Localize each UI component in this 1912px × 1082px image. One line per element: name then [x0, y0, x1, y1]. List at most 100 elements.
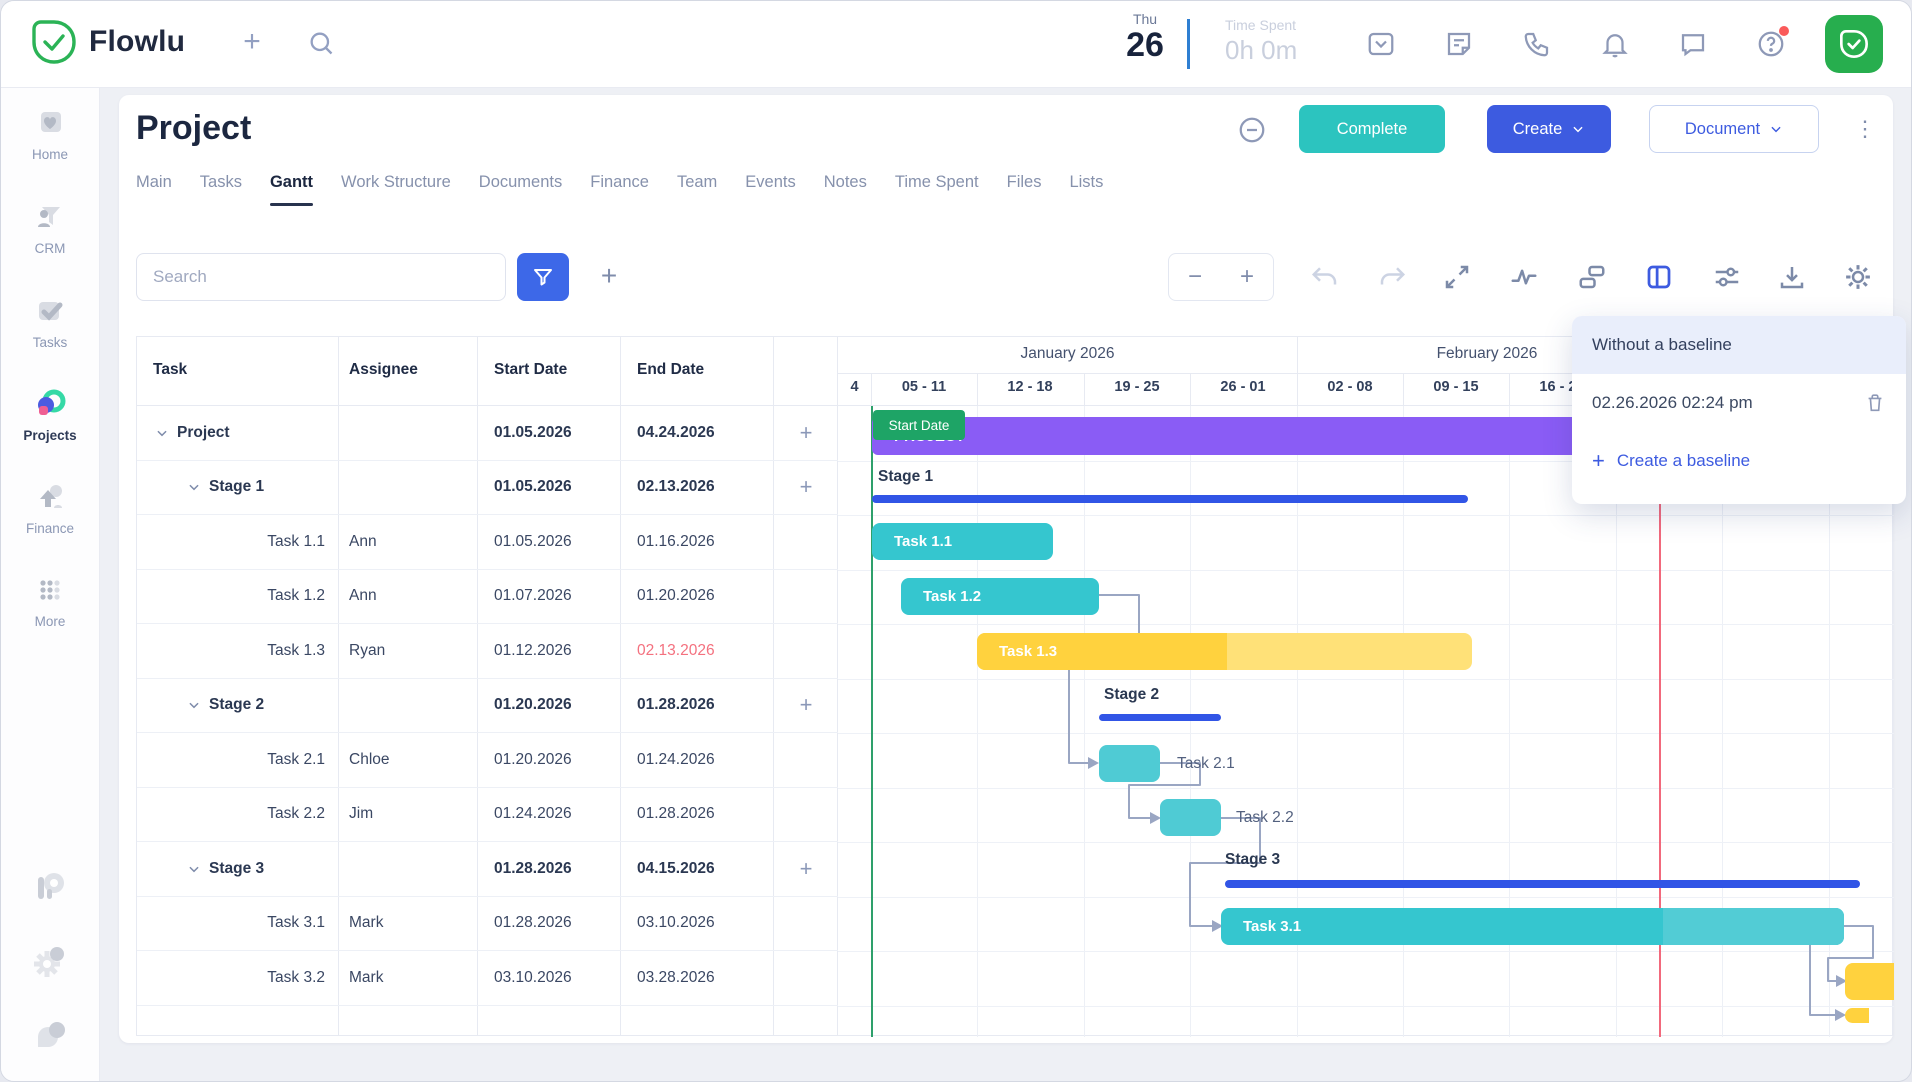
brand[interactable]: Flowlu [31, 19, 185, 65]
gantt-bar-task31[interactable]: Task 3.1 [1221, 908, 1844, 945]
chevron-down-icon [1769, 122, 1783, 136]
table-row[interactable]: Task 1.1 Ann 01.05.2026 01.16.2026 [137, 515, 838, 570]
day-number: 26 [1119, 27, 1171, 63]
partner-logo-icon[interactable] [30, 867, 70, 907]
create-baseline-button[interactable]: + Create a baseline [1572, 432, 1906, 490]
gantt-bar-task32[interactable] [1845, 963, 1894, 1000]
gantt-bar-task11[interactable]: Task 1.1 [872, 523, 1053, 560]
tab-files[interactable]: Files [1007, 169, 1042, 195]
tab-lists[interactable]: Lists [1069, 169, 1103, 195]
sidebar-item-more[interactable]: More [1, 574, 99, 629]
more-actions-menu[interactable]: ⋮ [1854, 117, 1876, 141]
zoom-in-button[interactable]: + [1227, 263, 1267, 291]
start-date: 01.05.2026 [478, 515, 621, 569]
gantt-bar-stage2[interactable] [1099, 714, 1221, 721]
assignee: Mark [339, 897, 478, 951]
gear-icon[interactable] [1843, 262, 1873, 292]
table-row[interactable]: Stage 1 01.05.2026 02.13.2026 + [137, 461, 838, 516]
task-name: Task 3.2 [137, 951, 339, 1005]
chat-icon[interactable] [1678, 29, 1708, 59]
settings-shortcut-icon[interactable] [30, 941, 70, 981]
chevron-down-icon[interactable] [187, 480, 201, 494]
baseline-option-saved[interactable]: 02.26.2026 02:24 pm [1572, 374, 1906, 432]
tab-work-structure[interactable]: Work Structure [341, 169, 451, 195]
help-icon[interactable] [1756, 29, 1786, 59]
filter-button[interactable] [517, 253, 569, 301]
inbox-icon[interactable] [1366, 29, 1396, 59]
table-row[interactable]: Task 2.1 Chloe 01.20.2026 01.24.2026 [137, 733, 838, 788]
gantt-bar-task22[interactable] [1160, 799, 1221, 836]
tab-main[interactable]: Main [136, 169, 172, 195]
tab-finance[interactable]: Finance [590, 169, 649, 195]
gantt-bar-hidden-task[interactable] [1845, 1008, 1869, 1023]
gantt-bar-task13[interactable]: Task 1.3 [977, 633, 1472, 670]
create-button[interactable]: Create [1487, 105, 1611, 153]
table-row[interactable]: Task 1.3 Ryan 01.12.2026 02.13.2026 [137, 624, 838, 679]
checkin-button[interactable] [1825, 15, 1883, 73]
end-date: 01.24.2026 [621, 733, 774, 787]
global-add-button[interactable]: + [234, 25, 270, 61]
add-subtask-button[interactable]: + [774, 406, 838, 460]
task-name: Task 2.1 [137, 733, 339, 787]
phone-icon[interactable] [1522, 29, 1552, 59]
sidebar-item-tasks[interactable]: Tasks [1, 295, 99, 350]
zoom-out-button[interactable]: − [1175, 263, 1215, 291]
copy-link-icon[interactable] [1237, 115, 1267, 145]
gantt-bar-stage1[interactable] [872, 495, 1468, 503]
sidebar-item-home[interactable]: Home [1, 107, 99, 162]
bar-label: Task 2.2 [1236, 809, 1294, 827]
gantt-search-input[interactable] [136, 253, 506, 301]
feedback-icon[interactable] [30, 1015, 70, 1055]
table-row[interactable]: Task 1.2 Ann 01.07.2026 01.20.2026 [137, 570, 838, 625]
start-date: 01.24.2026 [478, 788, 621, 842]
baseline-option-none[interactable]: Without a baseline [1572, 316, 1906, 374]
chevron-down-icon[interactable] [187, 698, 201, 712]
add-subtask-button[interactable]: + [774, 461, 838, 515]
export-download-icon[interactable] [1777, 262, 1807, 292]
add-task-button[interactable]: + [589, 253, 629, 301]
tab-gantt[interactable]: Gantt [270, 169, 313, 195]
sidebar-item-finance[interactable]: Finance [1, 481, 99, 536]
tab-team[interactable]: Team [677, 169, 717, 195]
crm-icon [34, 201, 66, 233]
gantt-bar-stage3[interactable] [1225, 880, 1860, 888]
bar-label: Task 1.2 [923, 588, 981, 605]
bar-label: Task 1.3 [999, 643, 1057, 660]
tab-notes[interactable]: Notes [824, 169, 867, 195]
gantt-bar-task12[interactable]: Task 1.2 [901, 578, 1099, 615]
add-subtask-button[interactable]: + [774, 679, 838, 733]
table-row[interactable]: Project 01.05.2026 04.24.2026 + [137, 406, 838, 461]
undo-icon[interactable] [1310, 262, 1340, 292]
tab-events[interactable]: Events [745, 169, 795, 195]
sidebar-item-crm[interactable]: CRM [1, 201, 99, 256]
tab-documents[interactable]: Documents [479, 169, 562, 195]
table-row[interactable]: Task 2.2 Jim 01.24.2026 01.28.2026 [137, 788, 838, 843]
calendar-date[interactable]: Thu 26 [1119, 11, 1171, 63]
time-spent[interactable]: Time Spent 0h 0m [1225, 17, 1297, 66]
complete-button[interactable]: Complete [1299, 105, 1445, 153]
chevron-down-icon[interactable] [155, 426, 169, 440]
baselines-icon[interactable] [1577, 262, 1607, 292]
add-subtask-button[interactable]: + [774, 842, 838, 896]
sidebar-item-projects[interactable]: Projects [1, 388, 99, 443]
sidebar-bottom-icons [1, 867, 99, 1055]
table-row[interactable]: Task 3.2 Mark 03.10.2026 03.28.2026 [137, 951, 838, 1006]
gantt-bar-task21[interactable] [1099, 745, 1160, 782]
notifications-bell-icon[interactable] [1600, 29, 1630, 59]
fullscreen-icon[interactable] [1442, 262, 1472, 292]
notes-icon[interactable] [1444, 29, 1474, 59]
table-row[interactable]: Task 3.1 Mark 01.28.2026 03.10.2026 [137, 897, 838, 952]
table-row[interactable]: Stage 2 01.20.2026 01.28.2026 + [137, 679, 838, 734]
funnel-icon [531, 265, 555, 289]
trash-icon[interactable] [1864, 392, 1886, 414]
tab-time-spent[interactable]: Time Spent [895, 169, 979, 195]
global-search-icon[interactable] [307, 29, 335, 62]
columns-layout-icon[interactable] [1644, 262, 1674, 292]
critical-path-icon[interactable] [1509, 262, 1539, 292]
document-button[interactable]: Document [1649, 105, 1819, 153]
redo-icon[interactable] [1377, 262, 1407, 292]
table-row[interactable]: Stage 3 01.28.2026 04.15.2026 + [137, 842, 838, 897]
chevron-down-icon[interactable] [187, 862, 201, 876]
tab-tasks[interactable]: Tasks [200, 169, 242, 195]
display-settings-icon[interactable] [1712, 262, 1742, 292]
